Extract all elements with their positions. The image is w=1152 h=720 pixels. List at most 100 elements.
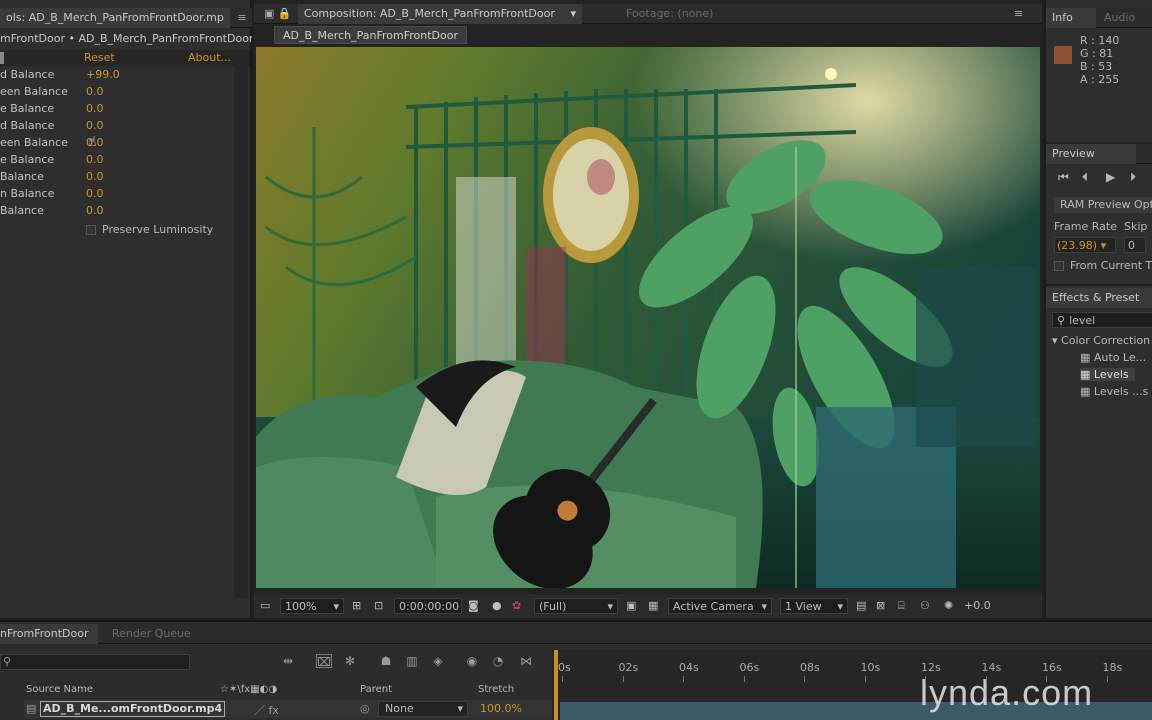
live-update-icon[interactable]: ⌧ [316,654,332,669]
property-value[interactable]: 0.0 [86,83,104,100]
graph-editor-icon[interactable]: ⋈ [518,654,534,668]
chevron-down-icon: ▾ [457,702,463,715]
layer-switches[interactable]: ／ fx [254,702,279,718]
parent-value: None [385,702,414,715]
effect-controls-tabbar: ols: AD_B_Merch_PanFromFrontDoor.mp ≡ [0,8,252,28]
comp-name-tab[interactable]: AD_B_Merch_PanFromFrontDoor [274,26,467,44]
exposure-value[interactable]: +0.0 [964,598,991,614]
property-label: e Balance [0,153,55,166]
preview-tab[interactable]: Preview [1046,144,1136,164]
frame-rate-dropdown[interactable]: (23.98) ▾ [1054,237,1116,253]
ruler-tick [864,676,866,682]
preserve-luminosity-checkbox[interactable] [86,225,96,235]
ruler-tick [562,676,563,682]
timeline-panel: nFromFrontDoor Render Queue ⚲ ⇹ ⌧ ✻ ☗ ▥ … [0,620,1152,720]
info-tab[interactable]: Info [1046,8,1096,28]
region-of-interest-icon[interactable]: ▭ [260,598,270,614]
auto-keyframe-icon[interactable]: ◔ [490,654,506,668]
resolution-dropdown[interactable]: (Full) ▾ [534,598,618,614]
timecode-field[interactable]: 0:00:00:00 [394,598,462,614]
layer-row[interactable]: ▤ AD_B_Me...omFrontDoor.mp4 ／ fx ◎ None ▾… [24,700,554,718]
effect-controls-scrollbar[interactable] [234,50,248,598]
stretch-value[interactable]: 100.0% [480,702,522,715]
about-button[interactable]: About... [188,50,231,66]
layer-switches-header: ☆✶\fx▦◐◑ [220,684,278,695]
flowchart-icon[interactable]: ⚇ [920,598,930,614]
shy-layers-icon[interactable]: ☗ [378,654,394,668]
skip-field[interactable]: 0 [1124,237,1146,253]
pick-whip-icon[interactable]: ◎ [360,702,370,715]
color-correction-category[interactable]: ▾ Color Correction [1052,334,1150,347]
motion-blur-icon[interactable]: ◈ [430,654,446,668]
chevron-down-icon: ▾ [607,600,613,613]
ruler-tick [804,676,805,682]
property-row: Balance 0.0 [0,202,250,219]
info-tabbar: Info Audio [1046,8,1152,28]
property-value[interactable]: 0.0 [86,168,104,185]
fast-previews-icon[interactable]: ▣ [626,598,636,614]
timeline-comp-tab[interactable]: nFromFrontDoor [0,624,98,644]
property-value[interactable]: 0.0 [86,100,104,117]
ram-preview-options[interactable]: RAM Preview Opti [1054,197,1152,213]
frame-blending-icon[interactable]: ▥ [404,654,420,668]
effect-expand-icon[interactable] [0,52,4,64]
composition-tab[interactable]: Composition: AD_B_Merch_PanFromFrontDoor… [298,4,582,24]
from-current-time-row[interactable]: From Current Ti [1054,259,1152,272]
preserve-luminosity-row[interactable]: Preserve Luminosity [86,221,246,238]
ruler-tick [1046,676,1047,682]
chevron-down-icon: ▾ [761,600,767,613]
effect-controls-tab[interactable]: ols: AD_B_Merch_PanFromFrontDoor.mp [0,8,230,28]
property-value[interactable]: 0.0 [86,202,104,219]
exposure-reset-icon[interactable]: ✺ [944,598,953,614]
parent-dropdown[interactable]: None ▾ [378,701,468,717]
effect-item-label: Auto Le... [1093,351,1147,364]
play-icon[interactable]: ▶ [1106,170,1115,184]
composition-viewer[interactable] [256,47,1040,588]
footage-tab[interactable]: Footage: (none) [620,4,740,24]
reset-button[interactable]: Reset [84,50,115,66]
fast-preview-icon[interactable]: ⊠ [876,598,885,614]
transparency-grid-icon[interactable]: ▦ [648,598,658,614]
previous-frame-icon[interactable]: ⏴ [1082,170,1088,185]
draft-3d-icon[interactable]: ✻ [342,654,358,668]
property-value[interactable]: 0.0 [86,185,104,202]
composition-tab-label: Composition: AD_B_Merch_PanFromFrontDoor [304,7,555,20]
effects-presets-tab[interactable]: Effects & Preset [1046,288,1152,308]
from-current-time-checkbox[interactable] [1054,261,1064,271]
camera-snapshot-icon[interactable]: ◙ [468,598,479,614]
toggle-pixel-aspect-icon[interactable]: ▤ [856,598,866,614]
first-frame-icon[interactable]: ⏮ [1058,170,1069,185]
info-panel: Info Audio R : 140 G : 81 B : 53 A : 255 [1044,0,1152,142]
effect-item-selected[interactable]: ▦ Levels [1080,368,1135,381]
audio-tab[interactable]: Audio [1098,8,1152,28]
property-value[interactable]: +99.0 [86,66,120,83]
color-channels-icon[interactable]: ✿ [512,598,521,614]
grid-icon[interactable]: ⊞ [352,598,361,614]
next-frame-icon[interactable]: ⏵ [1130,170,1136,185]
comp-mini-flowchart-icon[interactable]: ⇹ [280,654,296,668]
parent-header: Parent [360,684,393,695]
panel-menu-icon[interactable]: ≡ [1008,4,1032,24]
layer-name[interactable]: AD_B_Me...omFrontDoor.mp4 [40,701,226,717]
panel-menu-icon[interactable]: ≡ [232,8,252,28]
zoom-dropdown[interactable]: 100% ▾ [280,598,344,614]
timeline-icon[interactable]: ⌸ [898,598,905,614]
ruler-tick [925,676,926,682]
property-label: een Balance [0,85,68,98]
camera-dropdown[interactable]: Active Camera ▾ [668,598,772,614]
brainstorm-icon[interactable]: ◉ [464,654,480,668]
property-value[interactable]: 0.0 [86,151,104,168]
effect-item[interactable]: ▦ Levels ...s [1080,385,1148,398]
color-swatch [1054,46,1072,64]
effects-search-field[interactable]: ⚲ level [1052,312,1152,328]
lock-icon[interactable]: ▣ 🔒 [258,4,298,24]
show-snapshot-icon[interactable]: ● [492,598,502,614]
effect-item[interactable]: ▦ Auto Le... [1080,351,1146,364]
chevron-down-icon[interactable]: ▾ [570,4,576,24]
render-queue-tab[interactable]: Render Queue [106,624,206,644]
timeline-search-field[interactable]: ⚲ [0,654,190,670]
views-dropdown[interactable]: 1 View ▾ [780,598,848,614]
property-value[interactable]: 0.0 [86,117,104,134]
skip-label: Skip [1124,220,1148,233]
mask-icon[interactable]: ⊡ [374,598,383,614]
